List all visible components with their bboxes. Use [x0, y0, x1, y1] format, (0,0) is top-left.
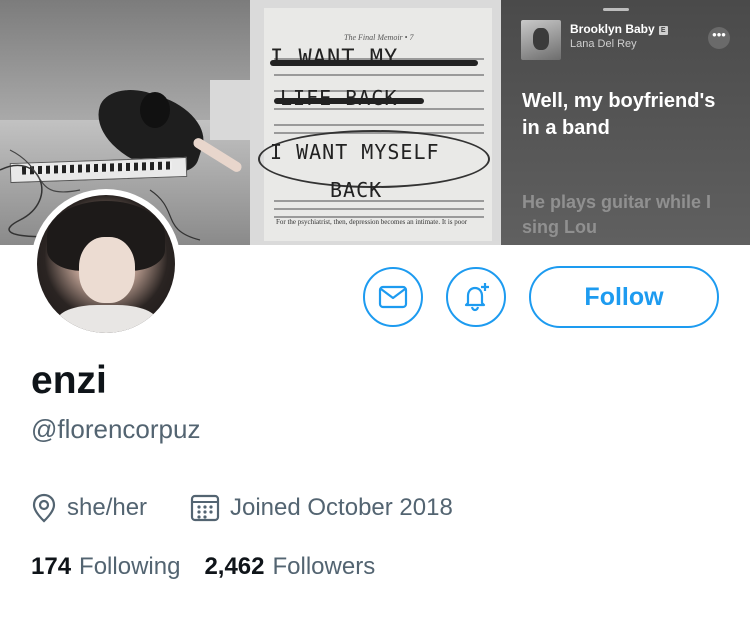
song-title: Brooklyn Baby E [570, 22, 668, 36]
avatar-image [37, 195, 175, 333]
handwriting-line-3: I WANT MYSELF [270, 140, 440, 164]
follow-button[interactable]: Follow [529, 266, 719, 328]
sheet-grabber [603, 8, 629, 11]
envelope-icon [378, 285, 408, 309]
user-handle: @florencorpuz [31, 414, 201, 444]
calendar-icon [190, 494, 220, 522]
followers-link[interactable]: 2,462 Followers [204, 553, 375, 581]
more-icon: ••• [708, 27, 730, 49]
handwriting-line-4: BACK [330, 178, 383, 202]
message-button[interactable] [363, 267, 423, 327]
notify-button[interactable] [446, 267, 506, 327]
explicit-badge: E [658, 26, 668, 35]
display-name: enzi [31, 359, 107, 402]
bell-plus-icon [464, 283, 489, 312]
location-pin-icon [32, 493, 56, 523]
handwriting-line-1: I WANT MY [270, 46, 399, 71]
following-link[interactable]: 174 Following [31, 553, 180, 581]
lyric-next: He plays guitar while I sing Lou [522, 192, 712, 237]
avatar[interactable] [31, 189, 181, 339]
pronouns-row: she/her [31, 493, 147, 523]
album-art [521, 20, 561, 60]
joined-text: Joined October 2018 [230, 494, 453, 521]
following-label: Following [79, 553, 181, 580]
followers-count: 2,462 [204, 553, 265, 580]
pronouns-text: she/her [67, 494, 148, 521]
song-artist: Lana Del Rey [570, 38, 637, 50]
lyric-current: Well, my boyfriend's in a band [522, 90, 716, 139]
book-header: The Final Memoir • 7 [344, 33, 414, 42]
banner-book-page: The Final Memoir • 7 I WANT MY LIFE BACK… [250, 0, 501, 245]
banner-now-playing: Brooklyn Baby E Lana Del Rey ••• Well, my… [501, 0, 750, 245]
book-footer: For the psychiatrist, then, depression b… [276, 218, 468, 226]
following-count: 174 [31, 553, 72, 580]
followers-label: Followers [272, 553, 376, 580]
joined-row: Joined October 2018 [190, 493, 453, 523]
follow-stats: 174 Following 2,462 Followers [31, 553, 399, 581]
